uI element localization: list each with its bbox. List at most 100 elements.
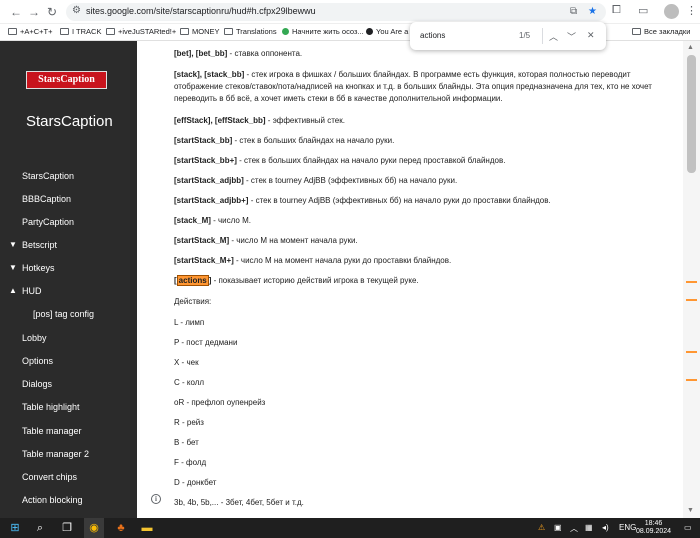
nav-item-convert-chips[interactable]: Convert chips (22, 472, 77, 482)
list-item: P - пост дедмани (174, 338, 238, 347)
folder-icon (8, 28, 17, 35)
doc-line: [stack_M] - число M. (174, 216, 251, 225)
nav-item-table-highlight[interactable]: Table highlight (22, 402, 80, 412)
list-heading: Действия: (174, 297, 212, 306)
folder-icon (60, 28, 69, 35)
find-previous-icon[interactable]: ︿ (549, 30, 558, 43)
volume-icon[interactable]: ◂) (602, 523, 609, 532)
scroll-down-arrow-icon[interactable]: ▼ (687, 507, 694, 514)
extensions-icon[interactable]: ⧠ (612, 4, 621, 17)
chevron-down-icon[interactable]: ▼ (9, 263, 17, 272)
find-match-marker (686, 281, 697, 283)
nav-item-bbbcaption[interactable]: BBBCaption (22, 194, 71, 204)
windows-start-icon[interactable]: ⊞ (8, 521, 22, 535)
all-bookmarks[interactable]: Все закладки (632, 27, 690, 36)
nav-item-betscript[interactable]: Betscript (22, 240, 57, 250)
nav-item-partycaption[interactable]: PartyCaption (22, 217, 74, 227)
doc-line: [startStack_bb] - стек в больших блайнда… (174, 136, 395, 145)
doc-line: [startStack_adjbb] - стек в tourney AdjB… (174, 176, 458, 185)
browser-toolbar: ← → ↻ ⚙ sites.google.com/site/starscapti… (0, 0, 700, 24)
list-item: X - чек (174, 358, 199, 367)
list-item: oR - префлоп оупенрейз (174, 398, 266, 407)
list-item: R - рейз (174, 418, 204, 427)
doc-line: переводить в бб всё, а хочет иметь стеки… (174, 94, 503, 103)
notifications-icon[interactable]: ▭ (684, 523, 692, 532)
nav-item-starscaption[interactable]: StarsCaption (22, 171, 74, 181)
divider (542, 28, 543, 44)
find-close-icon[interactable]: ✕ (587, 30, 595, 41)
nav-item-pos-tag-config[interactable]: [pos] tag config (33, 309, 94, 319)
find-next-icon[interactable]: ﹀ (567, 30, 576, 43)
taskbar-clock[interactable]: 18:46 08.09.2024 (636, 520, 671, 536)
nav-item-table-manager-2[interactable]: Table manager 2 (22, 449, 89, 459)
profile-avatar[interactable] (664, 4, 679, 19)
site-title[interactable]: StarsCaption (26, 113, 113, 130)
find-match-marker (686, 351, 697, 353)
site-sidebar: StarsCaption StarsCaption StarsCaption B… (0, 41, 137, 518)
back-arrow-icon[interactable]: ← (8, 4, 24, 20)
bookmark-folder[interactable]: I TRACK (60, 27, 101, 36)
list-item: D - донкбет (174, 478, 217, 487)
chevron-down-icon[interactable]: ▼ (9, 240, 17, 249)
language-indicator[interactable]: ENG (619, 523, 636, 532)
nav-item-hud[interactable]: HUD (22, 286, 42, 296)
actions-line: [actions] - показывает историю действий … (174, 275, 419, 286)
tray-app-icon[interactable]: ▣ (554, 523, 562, 532)
list-item: F - фолд (174, 458, 207, 467)
translate-icon[interactable]: ⧉ (570, 6, 577, 17)
reload-icon[interactable]: ↻ (44, 4, 60, 20)
alert-tray-icon[interactable]: ⚠ (538, 523, 545, 532)
list-item: L - лимп (174, 318, 205, 327)
find-input[interactable]: actions (420, 31, 445, 40)
address-bar[interactable]: ⚙ sites.google.com/site/starscaptionru/h… (66, 3, 606, 21)
bookmark-folder[interactable]: MONEY (180, 27, 220, 36)
forward-arrow-icon[interactable]: → (26, 4, 42, 20)
map-pin-icon (282, 28, 289, 35)
task-view-icon[interactable]: ❐ (60, 521, 74, 535)
nav-item-action-blocking[interactable]: Action blocking (22, 495, 83, 505)
folder-icon (224, 28, 233, 35)
search-icon[interactable]: ⌕ (33, 521, 47, 535)
bookmark-folder[interactable]: Translations (224, 27, 277, 36)
nav-item-table-manager[interactable]: Table manager (22, 426, 82, 436)
nav-item-lobby[interactable]: Lobby (22, 333, 47, 343)
bookmark-folder[interactable]: +iveJuSTARted!+ (106, 27, 176, 36)
vertical-scrollbar[interactable]: ▲ ▼ (683, 41, 700, 518)
side-panel-icon[interactable]: ▭ (638, 4, 648, 17)
find-count: 1/5 (519, 31, 531, 40)
doc-line: [startStack_M] - число M на момент начал… (174, 236, 358, 245)
doc-line: [startStack_bb+] - стек в больших блайнд… (174, 156, 506, 165)
folder-icon (632, 28, 641, 35)
find-match-marker (686, 379, 697, 381)
doc-line: отображение стеков/ставок/пота/надписей … (174, 82, 652, 91)
scroll-up-arrow-icon[interactable]: ▲ (687, 44, 694, 51)
doc-line: [stack], [stack_bb] - стек игрока в фишк… (174, 70, 631, 79)
file-explorer-icon[interactable]: ▬ (140, 521, 154, 535)
chrome-icon[interactable]: ◉ (87, 521, 101, 535)
nav-item-options[interactable]: Options (22, 356, 53, 366)
doc-line: [effStack], [effStack_bb] - эффективный … (174, 116, 345, 125)
folder-icon (180, 28, 189, 35)
bookmark-link[interactable]: You Are a P (366, 27, 415, 36)
bookmark-star-icon[interactable]: ★ (588, 6, 597, 17)
clock-date: 08.09.2024 (636, 528, 672, 535)
clock-time: 18:46 (644, 520, 663, 527)
doc-line: [startStack_adjbb+] - стек в tourney Adj… (174, 196, 551, 205)
list-item: 3b, 4b, 5b,... - 3бет, 4бет, 5бет и т.д. (174, 498, 304, 507)
find-match-marker (686, 299, 697, 301)
bookmark-folder[interactable]: +A+C+T+ (8, 27, 53, 36)
site-info-icon[interactable]: ⚙ (72, 5, 81, 16)
bookmark-link[interactable]: Начните жить осоз... (282, 27, 364, 36)
network-icon[interactable]: ▦ (585, 523, 593, 532)
url-text[interactable]: sites.google.com/site/starscaptionru/hud… (86, 6, 316, 16)
chevron-up-icon[interactable]: ▲ (9, 286, 17, 295)
scrollbar-thumb[interactable] (687, 55, 696, 173)
info-icon[interactable]: i (151, 494, 161, 504)
nav-item-hotkeys[interactable]: Hotkeys (22, 263, 55, 273)
poker-app-icon[interactable]: ♣ (114, 521, 128, 535)
menu-dots-icon[interactable]: ⋮ (686, 4, 697, 17)
site-logo[interactable]: StarsCaption (26, 71, 107, 89)
show-hidden-icons[interactable]: ︿ (570, 523, 578, 534)
nav-item-dialogs[interactable]: Dialogs (22, 379, 52, 389)
find-match-highlight: actions (176, 275, 209, 286)
